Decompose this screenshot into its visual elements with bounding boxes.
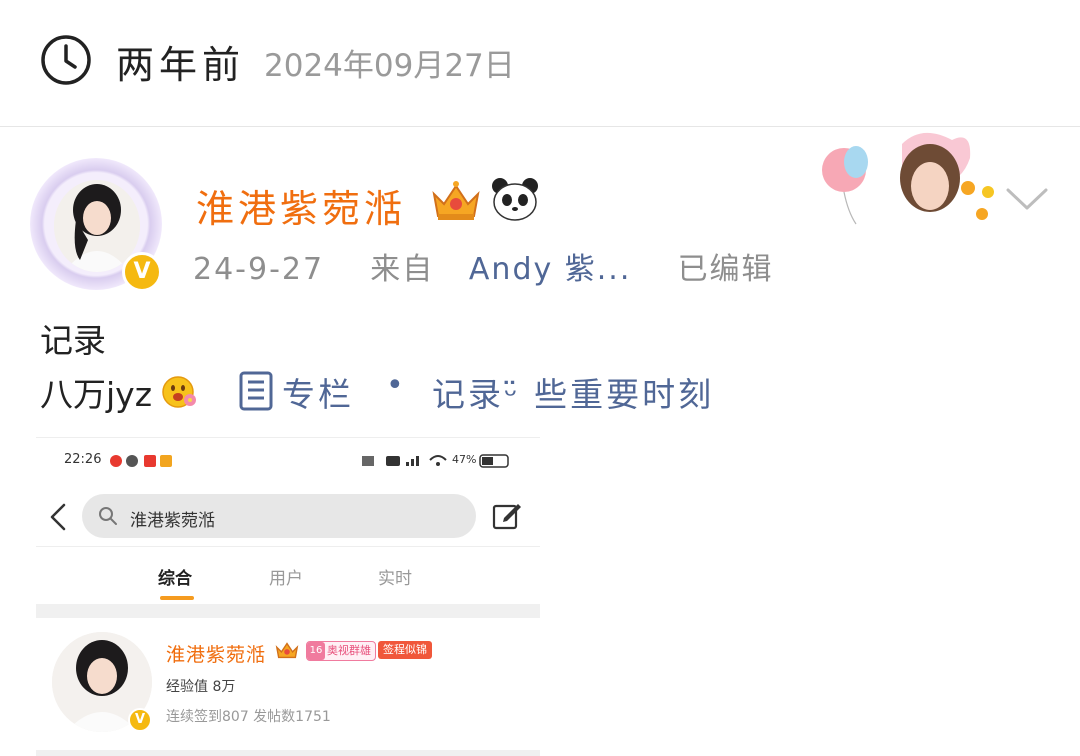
edit-icon[interactable] [492, 500, 524, 530]
fan-level: 16 [307, 642, 325, 660]
user-stats: 连续签到807 发帖数1751 [166, 709, 331, 725]
panda-icon [492, 178, 538, 221]
tab-all[interactable]: 综合 [158, 564, 192, 589]
status-signal-icons [362, 454, 509, 468]
fan-badge-text: 奥视群雄 [327, 644, 371, 657]
post-source-link[interactable]: Andy 紫... [469, 252, 631, 287]
attached-screenshot[interactable]: 22:26 47% 淮港紫菀湉 综合 用户 实时 V 淮港紫菀湉 16 奥视群雄… [36, 437, 540, 756]
tab-realtime[interactable]: 实时 [378, 564, 412, 589]
crown-icon [432, 181, 480, 220]
checkin-badge: 签程似锦 [378, 641, 432, 659]
verified-badge: V [122, 252, 162, 292]
section-gap-bottom [36, 750, 540, 756]
column-doc-icon [239, 371, 273, 411]
hug-emoji-icon [162, 376, 196, 408]
chevron-down-icon[interactable] [1004, 182, 1050, 216]
post-from-label: 来自 [370, 252, 435, 287]
crown-icon [275, 642, 299, 659]
author-name[interactable]: 淮港紫菀湉 [196, 178, 406, 233]
post-text-line2: 八万jyz [40, 375, 153, 414]
section-gap [36, 604, 540, 618]
search-divider [36, 546, 540, 547]
user-exp: 经验值 8万 [166, 679, 236, 695]
column-separator: • [386, 368, 404, 403]
column-link[interactable]: 专栏 [282, 368, 354, 416]
search-query: 淮港紫菀湉 [130, 511, 215, 531]
user-verified-badge: V [128, 708, 152, 732]
card-decoration [822, 132, 994, 225]
tab-users[interactable]: 用户 [269, 564, 303, 589]
clock-icon [41, 35, 91, 85]
column-title-link[interactable]: 记录ᵕ̈ 些重要时刻 [432, 368, 714, 416]
top-bar: 两年前 2024年09月27日 [0, 0, 1080, 127]
post-meta: 24-9-27 来自 Andy 紫... 已编辑 [193, 244, 774, 288]
relative-time: 两年前 [116, 43, 246, 87]
search-icon [99, 507, 117, 525]
post-date: 2024年09月27日 [264, 48, 515, 84]
status-time: 22:26 [64, 452, 102, 467]
user-name[interactable]: 淮港紫菀湉 [166, 640, 266, 667]
status-app-icons [110, 455, 172, 467]
back-arrow-icon[interactable] [48, 502, 68, 532]
search-bar[interactable]: 淮港紫菀湉 [82, 494, 476, 538]
post-time: 24-9-27 [193, 252, 325, 287]
status-battery: 47% [452, 453, 477, 466]
fan-level-badge: 16 奥视群雄 [306, 641, 376, 661]
edited-label: 已编辑 [677, 252, 774, 287]
tab-active-indicator [160, 596, 194, 600]
post-text-line1: 记录 [40, 321, 106, 360]
